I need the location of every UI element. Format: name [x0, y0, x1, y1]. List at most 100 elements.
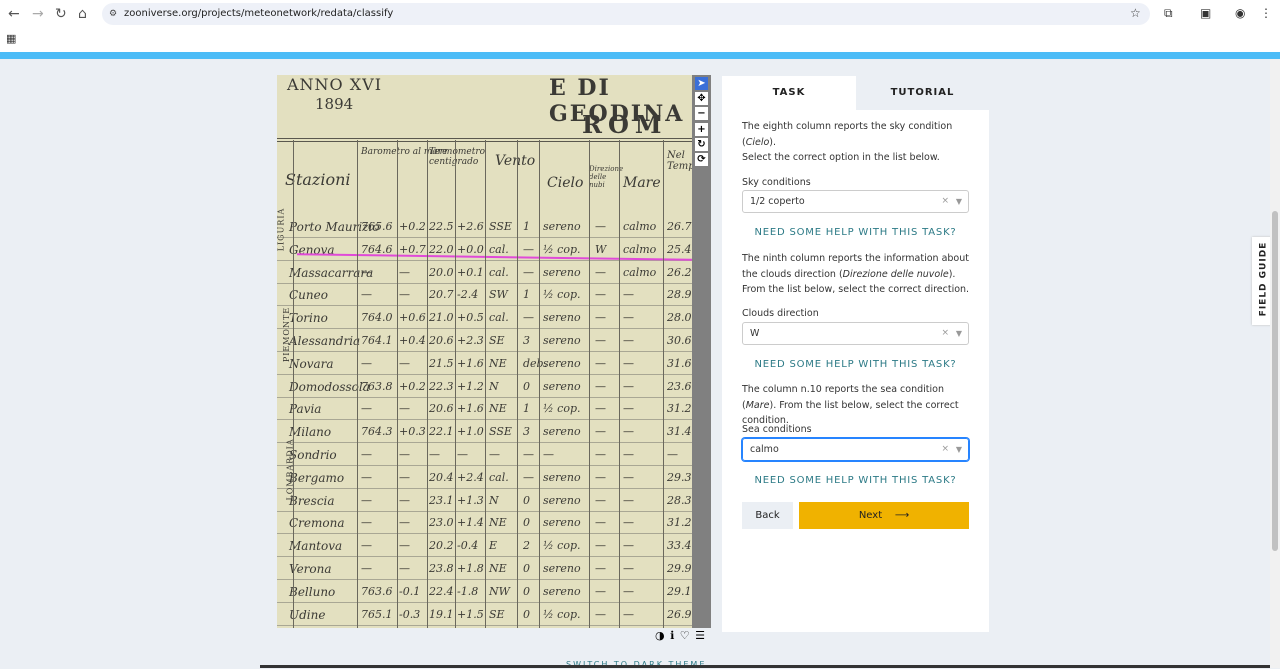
cell-mare: — [623, 470, 634, 484]
help-link[interactable]: NEED SOME HELP WITH THIS TASK? [722, 227, 989, 238]
tab-tutorial[interactable]: TUTORIAL [856, 76, 989, 110]
scrollbar-thumb[interactable] [1272, 211, 1278, 551]
move-icon[interactable]: ✥ [695, 92, 708, 106]
cell-station: Torino [289, 311, 328, 326]
cell-baro: 765.1 [361, 607, 393, 621]
bookmark-star-icon[interactable]: ☆ [1130, 6, 1141, 20]
next-button[interactable]: Next ⟶ [799, 502, 969, 529]
cell-mare: — [623, 402, 634, 416]
chevron-down-icon[interactable]: ▼ [956, 191, 962, 212]
cell-nubi: — [595, 220, 606, 233]
cell-nubi: — [595, 402, 606, 416]
forward-icon[interactable]: → [32, 6, 44, 22]
cell-station: Udine [289, 607, 326, 622]
header-text: ROM [582, 110, 668, 139]
cell-bd: — [399, 562, 410, 575]
collections-icon[interactable]: ☰ [695, 629, 706, 642]
cell-bd: — [399, 448, 410, 461]
sea-conditions-select[interactable]: calmo × ▼ [742, 438, 969, 461]
address-bar[interactable]: ⚙ zooniverse.org/projects/meteonetwork/re… [102, 3, 1150, 25]
cell-cielo: sereno [543, 379, 581, 393]
cell-vento: cal. [489, 242, 509, 256]
cell-cielo: sereno [543, 584, 581, 598]
cell-td: +1.6 [457, 402, 484, 416]
apps-icon[interactable]: ▦ [6, 32, 16, 45]
help-link[interactable]: NEED SOME HELP WITH THIS TASK? [722, 359, 989, 370]
cell-temp: 22.4 [429, 584, 454, 598]
cell-mare: calmo [623, 265, 657, 279]
column-header: Vento [495, 153, 536, 169]
site-settings-icon[interactable]: ⚙ [109, 3, 117, 25]
zoom-in-icon[interactable]: + [695, 122, 708, 136]
info-icon[interactable]: ℹ [670, 629, 675, 642]
clouds-direction-select[interactable]: W × ▼ [742, 322, 969, 345]
cell-nubi: — [595, 334, 606, 347]
cell-vento: cal. [489, 311, 509, 325]
pointer-icon[interactable]: ➤ [695, 77, 708, 90]
zoom-out-icon[interactable]: − [695, 107, 708, 121]
site-header-bar [0, 52, 1280, 59]
cell-baro: — [361, 539, 372, 553]
cell-v: 0 [523, 607, 530, 621]
home-icon[interactable]: ⌂ [78, 6, 87, 22]
cell-temp: 23.1 [429, 493, 454, 507]
menu-icon[interactable]: ⋮ [1260, 6, 1272, 20]
back-icon[interactable]: ← [8, 6, 20, 22]
sky-conditions-label: Sky conditions [742, 177, 811, 188]
subject-image[interactable]: ANNO XVI 1894 E DI GEODINA ROM Stazioni … [277, 75, 692, 628]
back-button[interactable]: Back [742, 502, 793, 529]
cell-station: Cuneo [289, 288, 328, 303]
cell-nubi: — [595, 288, 606, 302]
extensions-icon[interactable]: ⧉ [1164, 6, 1173, 21]
contrast-icon[interactable]: ◑ [655, 629, 666, 642]
column-rule [427, 140, 428, 628]
favorite-icon[interactable]: ♡ [680, 629, 691, 642]
cell-temp: 23.0 [429, 516, 454, 530]
header-text: ANNO XVI [287, 75, 383, 94]
cell-vento: cal. [489, 470, 509, 484]
page-scrollbar[interactable] [1270, 59, 1280, 668]
cell-mare: — [623, 584, 634, 598]
cell-mare: calmo [623, 242, 657, 256]
cell-station: Bergamo [289, 470, 345, 485]
cell-baro: — [361, 356, 372, 370]
cell-temp: 19.1 [429, 607, 454, 621]
cell-cielo: sereno [543, 493, 581, 507]
cell-temp: 22.0 [429, 242, 454, 256]
reset-icon[interactable]: ⟳ [695, 153, 708, 166]
cell-temp: 21.0 [429, 311, 454, 325]
cell-bd: — [399, 493, 410, 507]
cell-baro: — [361, 562, 372, 575]
cell-td: +1.8 [457, 562, 484, 575]
help-link[interactable]: NEED SOME HELP WITH THIS TASK? [722, 475, 989, 486]
profile-icon[interactable]: ◉ [1235, 6, 1245, 20]
cell-vento: SSE [489, 220, 512, 233]
column-header: Nel Temp. [667, 150, 692, 172]
cell-nubi: — [595, 425, 606, 439]
cell-temp: 20.0 [429, 265, 454, 279]
sky-conditions-select[interactable]: 1/2 coperto × ▼ [742, 190, 969, 213]
rotate-icon[interactable]: ↻ [695, 137, 708, 151]
cell-v: 0 [523, 493, 530, 507]
cell-cielo: sereno [543, 425, 581, 439]
cell-nubi: — [595, 379, 606, 393]
next-label: Next [858, 510, 883, 521]
clear-icon[interactable]: × [941, 439, 949, 460]
cell-temp: 21.5 [429, 356, 454, 370]
header-text: 1894 [315, 95, 354, 113]
cell-temp: 23.8 [429, 562, 454, 575]
cell-nubi: W [595, 242, 607, 256]
column-rule [517, 140, 518, 628]
tab-task[interactable]: TASK [722, 76, 856, 110]
chevron-down-icon[interactable]: ▼ [956, 439, 962, 460]
cell-v: 0 [523, 516, 530, 530]
cell-mare: — [623, 379, 634, 393]
region-label: PIEMONTE [282, 306, 292, 363]
cell-v: 3 [523, 425, 530, 439]
clear-icon[interactable]: × [941, 323, 949, 344]
reload-icon[interactable]: ↻ [55, 6, 67, 22]
cell-t: 33.4 [667, 539, 692, 553]
reading-mode-icon[interactable]: ▣ [1200, 6, 1211, 20]
clear-icon[interactable]: × [941, 191, 949, 212]
chevron-down-icon[interactable]: ▼ [956, 323, 962, 344]
